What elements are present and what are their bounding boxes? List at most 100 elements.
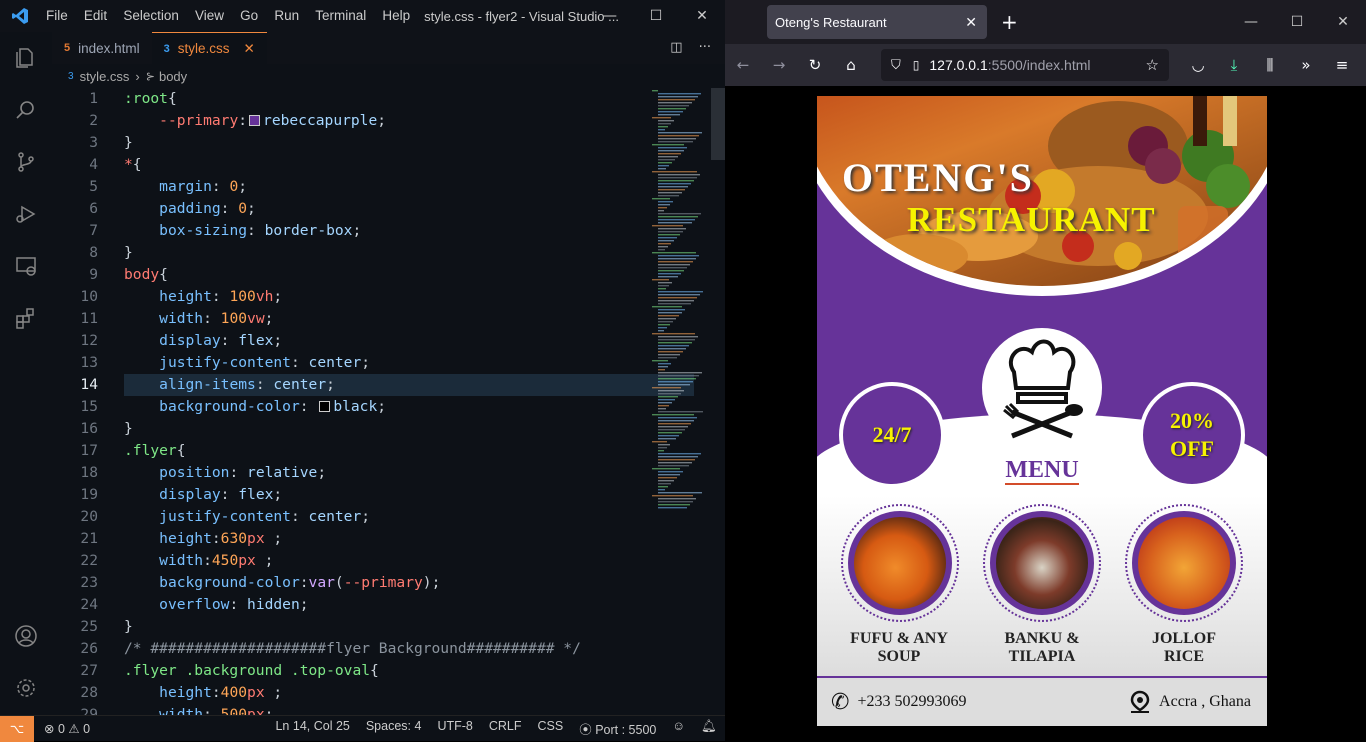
code-line[interactable]: 9 body{ <box>52 264 712 286</box>
code-line[interactable]: 29 width: 500px; <box>52 704 712 715</box>
live-server-port[interactable]: ⦿ Port : 5500 <box>579 719 656 738</box>
extensions-icon[interactable] <box>0 292 52 344</box>
page-info-icon[interactable]: ▯ <box>913 58 920 72</box>
code-line[interactable]: 11 width: 100vw; <box>52 308 712 330</box>
code-line[interactable]: 23 background-color:var(--primary); <box>52 572 712 594</box>
reload-icon[interactable]: ↻ <box>797 47 833 83</box>
shield-icon[interactable]: ⛉ <box>891 57 901 73</box>
remote-explorer-icon[interactable] <box>0 240 52 292</box>
close-tab-icon[interactable]: ✕ <box>965 14 977 31</box>
code-line[interactable]: 20 justify-content: center; <box>52 506 712 528</box>
menu-go[interactable]: Go <box>240 8 258 23</box>
code-text: background-color: black; <box>159 398 387 415</box>
breadcrumb-file[interactable]: style.css <box>80 69 130 84</box>
toolbar-right: ◡ ⤓ ⫼ » ≡ <box>1180 47 1360 83</box>
code-editor[interactable]: 1:root{2 --primary: rebeccapurple; 3} 4 *{5 … <box>52 88 712 715</box>
new-tab-icon[interactable]: + <box>1001 10 1018 34</box>
bookmark-star-icon[interactable]: ☆ <box>1146 56 1159 74</box>
explorer-icon[interactable] <box>0 32 52 84</box>
code-line[interactable]: 5 margin: 0; <box>52 176 712 198</box>
line-number: 27 <box>80 662 98 679</box>
hamburger-menu-icon[interactable]: ≡ <box>1324 47 1360 83</box>
encoding[interactable]: UTF-8 <box>437 719 472 738</box>
tab-style-css[interactable]: 3 style.css ✕ <box>151 32 267 64</box>
color-swatch[interactable] <box>319 401 331 412</box>
library-icon[interactable]: ⫼ <box>1252 47 1288 83</box>
code-line[interactable]: 15 background-color: black; <box>52 396 712 418</box>
search-icon[interactable] <box>0 84 52 136</box>
color-swatch[interactable] <box>249 115 261 126</box>
dish-image-banku <box>983 504 1101 622</box>
account-icon[interactable] <box>0 610 52 662</box>
menu-run[interactable]: Run <box>274 8 299 23</box>
feedback-icon[interactable]: ☺ <box>672 719 685 738</box>
code-line[interactable]: 17 .flyer{ <box>52 440 712 462</box>
code-line[interactable]: 1:root{ <box>52 88 712 110</box>
close-icon[interactable]: ✕ <box>1320 0 1366 44</box>
cursor-position[interactable]: Ln 14, Col 25 <box>275 719 349 738</box>
breadcrumb: 3 style.css › ⊱ body <box>52 64 187 88</box>
code-line[interactable]: 2 --primary: rebeccapurple; <box>52 110 712 132</box>
code-line[interactable]: 25} <box>52 616 712 638</box>
notifications-bell-icon[interactable]: 🔔︎ <box>701 719 717 738</box>
source-control-icon[interactable] <box>0 136 52 188</box>
code-line[interactable]: 4 *{ <box>52 154 712 176</box>
dish-name-fufu: FUFU & ANY SOUP <box>824 630 974 666</box>
breadcrumb-node[interactable]: body <box>159 69 187 84</box>
menu-edit[interactable]: Edit <box>84 8 107 23</box>
code-line[interactable]: 18 position: relative; <box>52 462 712 484</box>
line-number: 14 <box>80 376 98 393</box>
line-number: 19 <box>80 486 98 503</box>
more-actions-icon[interactable]: ··· <box>699 40 711 55</box>
code-line[interactable]: 6 padding: 0; <box>52 198 712 220</box>
maximize-icon[interactable]: ☐ <box>633 0 679 32</box>
tab-index-html[interactable]: 5 index.html <box>52 32 152 64</box>
overflow-chevron-icon[interactable]: » <box>1288 47 1324 83</box>
menu-selection[interactable]: Selection <box>123 8 179 23</box>
menu-help[interactable]: Help <box>382 8 410 23</box>
pocket-icon[interactable]: ◡ <box>1180 47 1216 83</box>
forward-arrow-icon[interactable]: → <box>761 47 797 83</box>
code-line[interactable]: 21 height:630px ; <box>52 528 712 550</box>
maximize-icon[interactable]: ☐ <box>1274 0 1320 44</box>
minimize-icon[interactable]: — <box>587 0 633 32</box>
minimap[interactable] <box>650 88 712 518</box>
home-icon[interactable]: ⌂ <box>833 47 869 83</box>
code-line[interactable]: 8} <box>52 242 712 264</box>
run-debug-icon[interactable] <box>0 188 52 240</box>
code-line[interactable]: 3} <box>52 132 712 154</box>
menu-view[interactable]: View <box>195 8 224 23</box>
editor-scrollbar[interactable] <box>711 88 725 715</box>
code-line[interactable]: 14 align-items: center; <box>52 374 712 396</box>
code-line[interactable]: 19 display: flex; <box>52 484 712 506</box>
language-mode[interactable]: CSS <box>538 719 564 738</box>
browser-tab[interactable]: Oteng's Restaurant ✕ <box>767 5 987 39</box>
code-line[interactable]: 13 justify-content: center; <box>52 352 712 374</box>
settings-gear-icon[interactable] <box>0 662 52 714</box>
menu-terminal[interactable]: Terminal <box>315 8 366 23</box>
minimize-icon[interactable]: — <box>1228 0 1274 44</box>
code-line[interactable]: 24 overflow: hidden; <box>52 594 712 616</box>
window-controls: — ☐ ✕ <box>587 0 725 32</box>
code-line[interactable]: 28 height:400px ; <box>52 682 712 704</box>
vscode-logo-icon <box>0 7 40 25</box>
split-editor-icon[interactable]: ◫ <box>670 40 682 55</box>
back-arrow-icon[interactable]: ← <box>725 47 761 83</box>
code-line[interactable]: 12 display: flex; <box>52 330 712 352</box>
problems-indicator[interactable]: ⊗ 0 ⚠ 0 <box>44 721 90 736</box>
remote-indicator-icon[interactable]: ⌥ <box>0 715 34 742</box>
scrollbar-thumb[interactable] <box>711 88 725 160</box>
downloads-icon[interactable]: ⤓ <box>1216 47 1252 83</box>
url-bar[interactable]: ⛉ ▯ 127.0.0.1:5500/index.html ☆ <box>881 49 1169 81</box>
code-line[interactable]: 16} <box>52 418 712 440</box>
line-ending[interactable]: CRLF <box>489 719 522 738</box>
code-line[interactable]: 27 .flyer .background .top-oval{ <box>52 660 712 682</box>
code-line[interactable]: 10 height: 100vh; <box>52 286 712 308</box>
close-icon[interactable]: ✕ <box>679 0 725 32</box>
close-tab-icon[interactable]: ✕ <box>244 41 255 57</box>
code-line[interactable]: 26 /* ####################flyer Backgroun… <box>52 638 712 660</box>
indentation[interactable]: Spaces: 4 <box>366 719 422 738</box>
code-line[interactable]: 7 box-sizing: border-box; <box>52 220 712 242</box>
menu-file[interactable]: File <box>46 8 68 23</box>
code-line[interactable]: 22 width:450px ; <box>52 550 712 572</box>
